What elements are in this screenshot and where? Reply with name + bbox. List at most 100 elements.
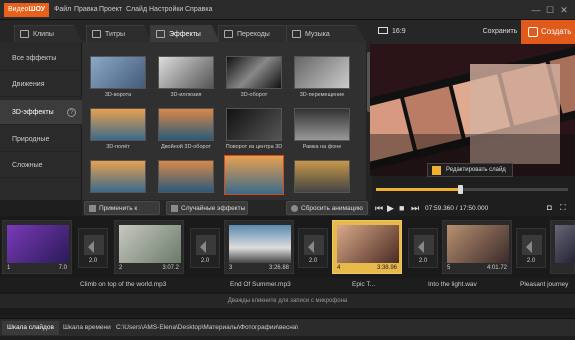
logo-brand: Видео <box>8 6 29 13</box>
menu-edit[interactable]: Правка <box>74 0 98 20</box>
effect-thumb-3d-flight[interactable] <box>90 108 146 141</box>
apply-to-slide-button[interactable]: Применить к слайду <box>84 201 160 226</box>
category-3d-effects[interactable]: 3D-эффекты? <box>0 100 82 125</box>
slide-thumbnail <box>447 225 509 263</box>
music-clip[interactable]: Into the light.wav <box>428 278 477 292</box>
transition-item[interactable]: 2.0 <box>190 228 220 268</box>
aspect-ratio-button[interactable]: 16:9 <box>378 27 406 35</box>
slide-duration: 7.0 <box>58 265 67 271</box>
transition-icon <box>522 235 542 255</box>
slide-item[interactable] <box>550 220 575 274</box>
effect-thumb-center-rotate-3d[interactable] <box>226 108 282 141</box>
effect-thumb-3d-turn[interactable] <box>226 56 282 89</box>
prev-frame-icon[interactable]: ⏮ <box>375 203 383 213</box>
category-all-effects[interactable]: Все эффекты <box>0 46 82 71</box>
tab-clips[interactable]: Клипы <box>14 25 82 42</box>
tab-titles[interactable]: Титры <box>86 25 152 42</box>
slide-thumbnail <box>7 225 69 263</box>
slide-number: 4 <box>337 265 341 271</box>
tab-music[interactable]: Музыка <box>286 25 366 42</box>
effect-label: 3D-перемещение <box>299 92 345 98</box>
slide-thumbnail <box>229 225 291 263</box>
effect-thumb-3d-gates[interactable] <box>90 56 146 89</box>
playback-progress-fill <box>376 188 461 191</box>
tab-effects[interactable]: Эффекты <box>150 25 220 42</box>
tab-label: Эффекты <box>169 31 201 38</box>
tab-timeline-view[interactable]: Шкала времени <box>58 321 116 335</box>
effects-icon <box>156 30 165 38</box>
transition-item[interactable]: 2.0 <box>78 228 108 268</box>
music-clip[interactable]: End Of Summer.mp3 <box>230 278 291 292</box>
slide-item[interactable]: 5 4:01.72 <box>442 220 512 274</box>
music-clip[interactable]: Epic T... <box>352 278 375 292</box>
create-button[interactable]: Создать <box>521 20 575 44</box>
category-natural[interactable]: Природные <box>0 127 82 152</box>
slide-thumbnail <box>119 225 181 263</box>
menu-file[interactable]: Файл <box>54 0 71 20</box>
effect-thumb-10[interactable] <box>158 160 214 193</box>
reset-icon <box>291 205 298 212</box>
effect-thumb-12[interactable] <box>294 160 350 193</box>
timecode: 07:59.360 / 17:50.000 <box>425 205 489 212</box>
effect-thumb-9[interactable] <box>90 160 146 193</box>
effect-thumb-double-3d-turn[interactable] <box>158 108 214 141</box>
slide-number: 3 <box>229 265 233 271</box>
effect-thumb-selected[interactable] <box>224 155 284 195</box>
stop-icon[interactable]: ■ <box>399 203 404 213</box>
effect-thumb-frame-on-background[interactable] <box>294 108 350 141</box>
effect-thumb-3d-illusion[interactable] <box>158 56 214 89</box>
preview-canvas[interactable] <box>370 44 575 176</box>
slide-item-selected[interactable]: 4 3:38.96 <box>332 220 402 274</box>
transition-duration: 2.0 <box>88 258 98 264</box>
slide-number: 1 <box>7 265 11 271</box>
effect-label: 3D-полёт <box>106 144 130 150</box>
mic-record-hint[interactable]: Дважды кликните для записи с микрофона <box>0 294 575 308</box>
slide-item[interactable]: 2 3:07.2 <box>114 220 184 274</box>
fullscreen-icon[interactable]: ⛶ <box>560 203 566 213</box>
pencil-icon <box>432 166 441 175</box>
effect-thumb-3d-move[interactable] <box>294 56 350 89</box>
effect-label: 3D-ворота <box>104 92 132 98</box>
play-icon[interactable]: ▶ <box>387 203 394 213</box>
save-button[interactable]: Сохранить <box>480 24 520 40</box>
snapshot-icon[interactable]: ◘ <box>547 203 552 213</box>
menu-project[interactable]: Проект <box>99 0 122 20</box>
effect-label: 3D-иллюзия <box>170 92 202 98</box>
transition-icon <box>84 235 104 255</box>
tab-slide-view[interactable]: Шкала слайдов <box>2 321 59 335</box>
transition-item[interactable]: 2.0 <box>408 228 438 268</box>
menu-settings[interactable]: Настройки <box>149 0 183 20</box>
category-motion[interactable]: Движения <box>0 72 82 97</box>
minimize-button[interactable]: — <box>529 4 543 16</box>
help-icon[interactable]: ? <box>67 108 76 117</box>
monitor-icon <box>378 27 388 34</box>
wand-icon <box>171 205 178 212</box>
close-button[interactable]: ✕ <box>557 4 571 16</box>
tab-transitions[interactable]: Переходы <box>218 25 294 42</box>
transition-item[interactable]: 2.0 <box>298 228 328 268</box>
titles-icon <box>92 30 101 38</box>
menu-help[interactable]: Справка <box>185 0 212 20</box>
slide-number: 2 <box>119 265 123 271</box>
menu-slide[interactable]: Слайд <box>126 0 147 20</box>
slide-thumbnail <box>337 225 399 263</box>
transition-icon <box>196 235 216 255</box>
edit-slide-tooltip[interactable]: Редактировать слайд <box>427 163 513 177</box>
category-complex[interactable]: Сложные <box>0 153 82 178</box>
slide-item[interactable]: 1 7.0 <box>2 220 72 274</box>
slide-item[interactable]: 3 3:26.88 <box>224 220 294 274</box>
tab-label: Клипы <box>33 31 54 38</box>
playback-progress-handle[interactable] <box>458 185 464 194</box>
music-clip[interactable]: Pleasant journey <box>520 278 568 292</box>
maximize-button[interactable]: ☐ <box>543 4 557 16</box>
transitions-icon <box>224 30 233 38</box>
music-clip[interactable]: Climb on top of the world.mp3 <box>80 278 166 292</box>
transition-item[interactable]: 2.0 <box>516 228 546 268</box>
reset-animation-button[interactable]: Сбросить анимацию <box>286 201 368 215</box>
random-effects-button[interactable]: Случайные эффекты <box>166 201 248 215</box>
tab-label: Переходы <box>237 31 270 38</box>
slide-duration: 3:26.88 <box>268 265 289 271</box>
next-frame-icon[interactable]: ⏭ <box>411 203 419 213</box>
create-label: Создать <box>541 27 572 36</box>
transition-icon <box>414 235 434 255</box>
